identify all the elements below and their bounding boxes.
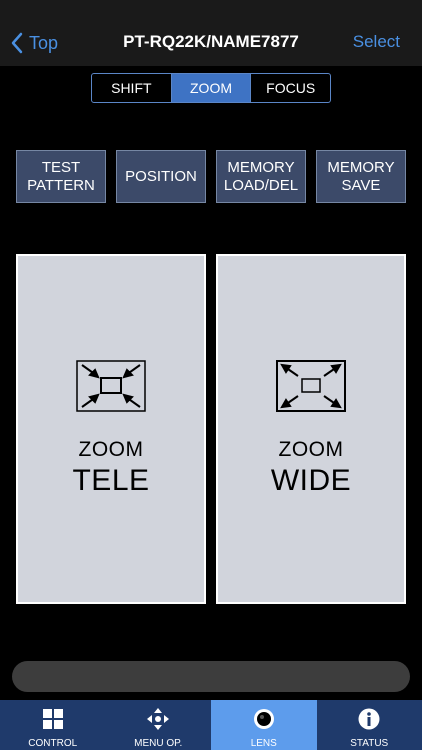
info-icon [358,708,380,730]
tab-lens[interactable]: LENS [211,700,317,750]
position-button[interactable]: POSITION [116,150,206,203]
move-arrows-icon [147,708,170,730]
zoom-tele-label-top: ZOOM [78,438,144,461]
zoom-wide-label-top: ZOOM [278,438,344,461]
segment-focus[interactable]: FOCUS [251,74,330,102]
back-button[interactable]: Top [10,28,58,58]
chevron-left-icon [11,32,23,54]
test-pattern-button[interactable]: TEST PATTERN [16,150,106,203]
back-label: Top [29,32,59,53]
status-message-bar [12,661,410,692]
memory-save-button[interactable]: MEMORY SAVE [316,150,406,203]
select-button[interactable]: Select [353,32,400,52]
zoom-in-arrows-icon [76,360,146,412]
tab-control[interactable]: CONTROL [0,700,106,750]
zoom-wide-label-main: WIDE [270,464,352,497]
segment-zoom[interactable]: ZOOM [171,74,252,102]
tab-lens-label: LENS [250,738,277,749]
grid-icon [42,709,63,729]
segment-shift[interactable]: SHIFT [92,74,172,102]
memory-load-del-button[interactable]: MEMORY LOAD/DEL [216,150,306,203]
lens-mode-segmented-control: SHIFT ZOOM FOCUS [91,73,331,103]
tab-control-label: CONTROL [28,738,78,749]
zoom-out-arrows-icon [276,360,346,412]
zoom-tele-button[interactable]: ZOOM TELE [16,254,206,604]
zoom-tele-label-main: TELE [72,464,150,497]
tab-status-label: STATUS [350,738,389,749]
navigation-bar: Top PT-RQ22K/NAME7877 Select [0,0,422,66]
lens-icon [253,709,274,729]
tab-menu-op[interactable]: MENU OP. [106,700,212,750]
tab-bar: CONTROL MENU OP. LENS STATUS [0,700,422,750]
tab-menu-op-label: MENU OP. [134,738,183,749]
tab-status[interactable]: STATUS [317,700,422,750]
zoom-wide-button[interactable]: ZOOM WIDE [216,254,406,604]
